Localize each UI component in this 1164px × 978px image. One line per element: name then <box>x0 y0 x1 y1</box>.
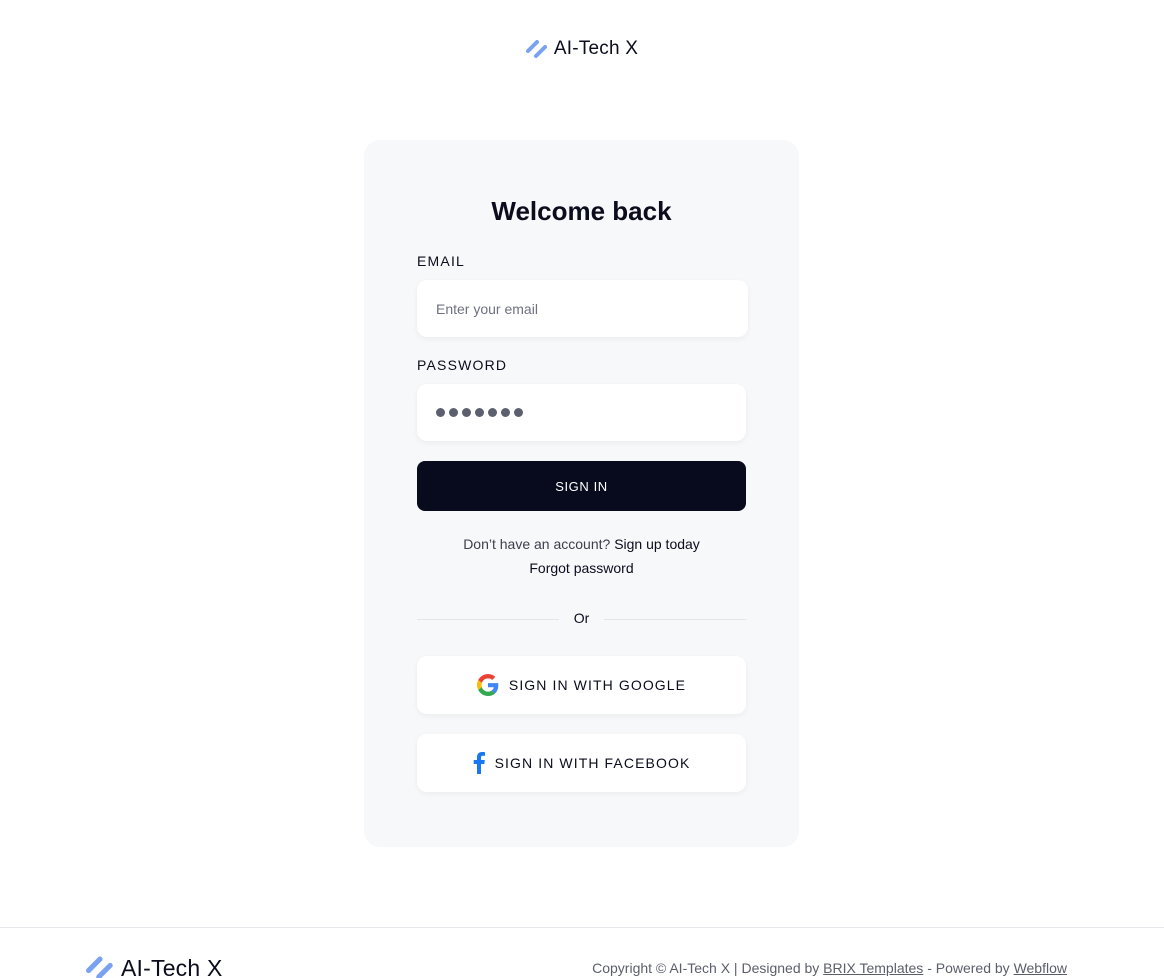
footer-logo-text: AI-Tech X <box>121 954 223 978</box>
footer-logo-link[interactable]: AI-Tech X <box>86 954 223 978</box>
page-title: Welcome back <box>491 196 672 226</box>
copyright-text: Copyright © AI-Tech X | Designed by BRIX… <box>592 960 1067 976</box>
facebook-icon <box>473 752 485 774</box>
signup-prompt: Don’t have an account? Sign up today <box>364 536 799 552</box>
google-icon <box>476 674 499 696</box>
email-placeholder: Enter your email <box>436 300 538 317</box>
copyright-prefix: Copyright © AI-Tech X | Designed by <box>592 960 820 976</box>
webflow-link[interactable]: Webflow <box>1014 960 1067 976</box>
logo-mark-icon <box>86 954 114 978</box>
password-field[interactable] <box>417 384 746 441</box>
email-field[interactable]: Enter your email <box>417 280 748 337</box>
logo-text: AI-Tech X <box>553 38 639 59</box>
facebook-button-label: SIGN IN WITH FACEBOOK <box>494 755 691 771</box>
password-dot <box>449 408 458 417</box>
email-label: EMAIL <box>417 253 466 269</box>
powered-prefix: - Powered by <box>927 960 1010 976</box>
divider-line-right <box>604 619 746 620</box>
no-account-text: Don’t have an account? <box>463 536 611 552</box>
footer: AI-Tech X Copyright © AI-Tech X | Design… <box>0 927 1164 978</box>
logo-mark-icon <box>525 38 548 60</box>
password-dot <box>501 408 510 417</box>
password-label: PASSWORD <box>417 357 508 373</box>
sign-in-button[interactable]: SIGN IN <box>417 461 746 511</box>
password-dot <box>475 408 484 417</box>
forgot-password-link[interactable]: Forgot password <box>364 560 799 576</box>
header-logo-link[interactable]: AI-Tech X <box>525 38 639 60</box>
login-card: Welcome back EMAIL Enter your email PASS… <box>364 140 799 847</box>
password-mask <box>436 408 523 417</box>
password-dot <box>514 408 523 417</box>
google-sign-in-button[interactable]: SIGN IN WITH GOOGLE <box>417 656 746 714</box>
or-divider: Or <box>417 610 746 628</box>
header: AI-Tech X <box>0 38 1164 60</box>
divider-text: Or <box>573 610 590 626</box>
google-button-label: SIGN IN WITH GOOGLE <box>508 677 687 693</box>
brix-templates-link[interactable]: BRIX Templates <box>823 960 923 976</box>
sign-up-link[interactable]: Sign up today <box>614 536 700 552</box>
password-dot <box>462 408 471 417</box>
password-dot <box>436 408 445 417</box>
facebook-sign-in-button[interactable]: SIGN IN WITH FACEBOOK <box>417 734 746 792</box>
password-dot <box>488 408 497 417</box>
